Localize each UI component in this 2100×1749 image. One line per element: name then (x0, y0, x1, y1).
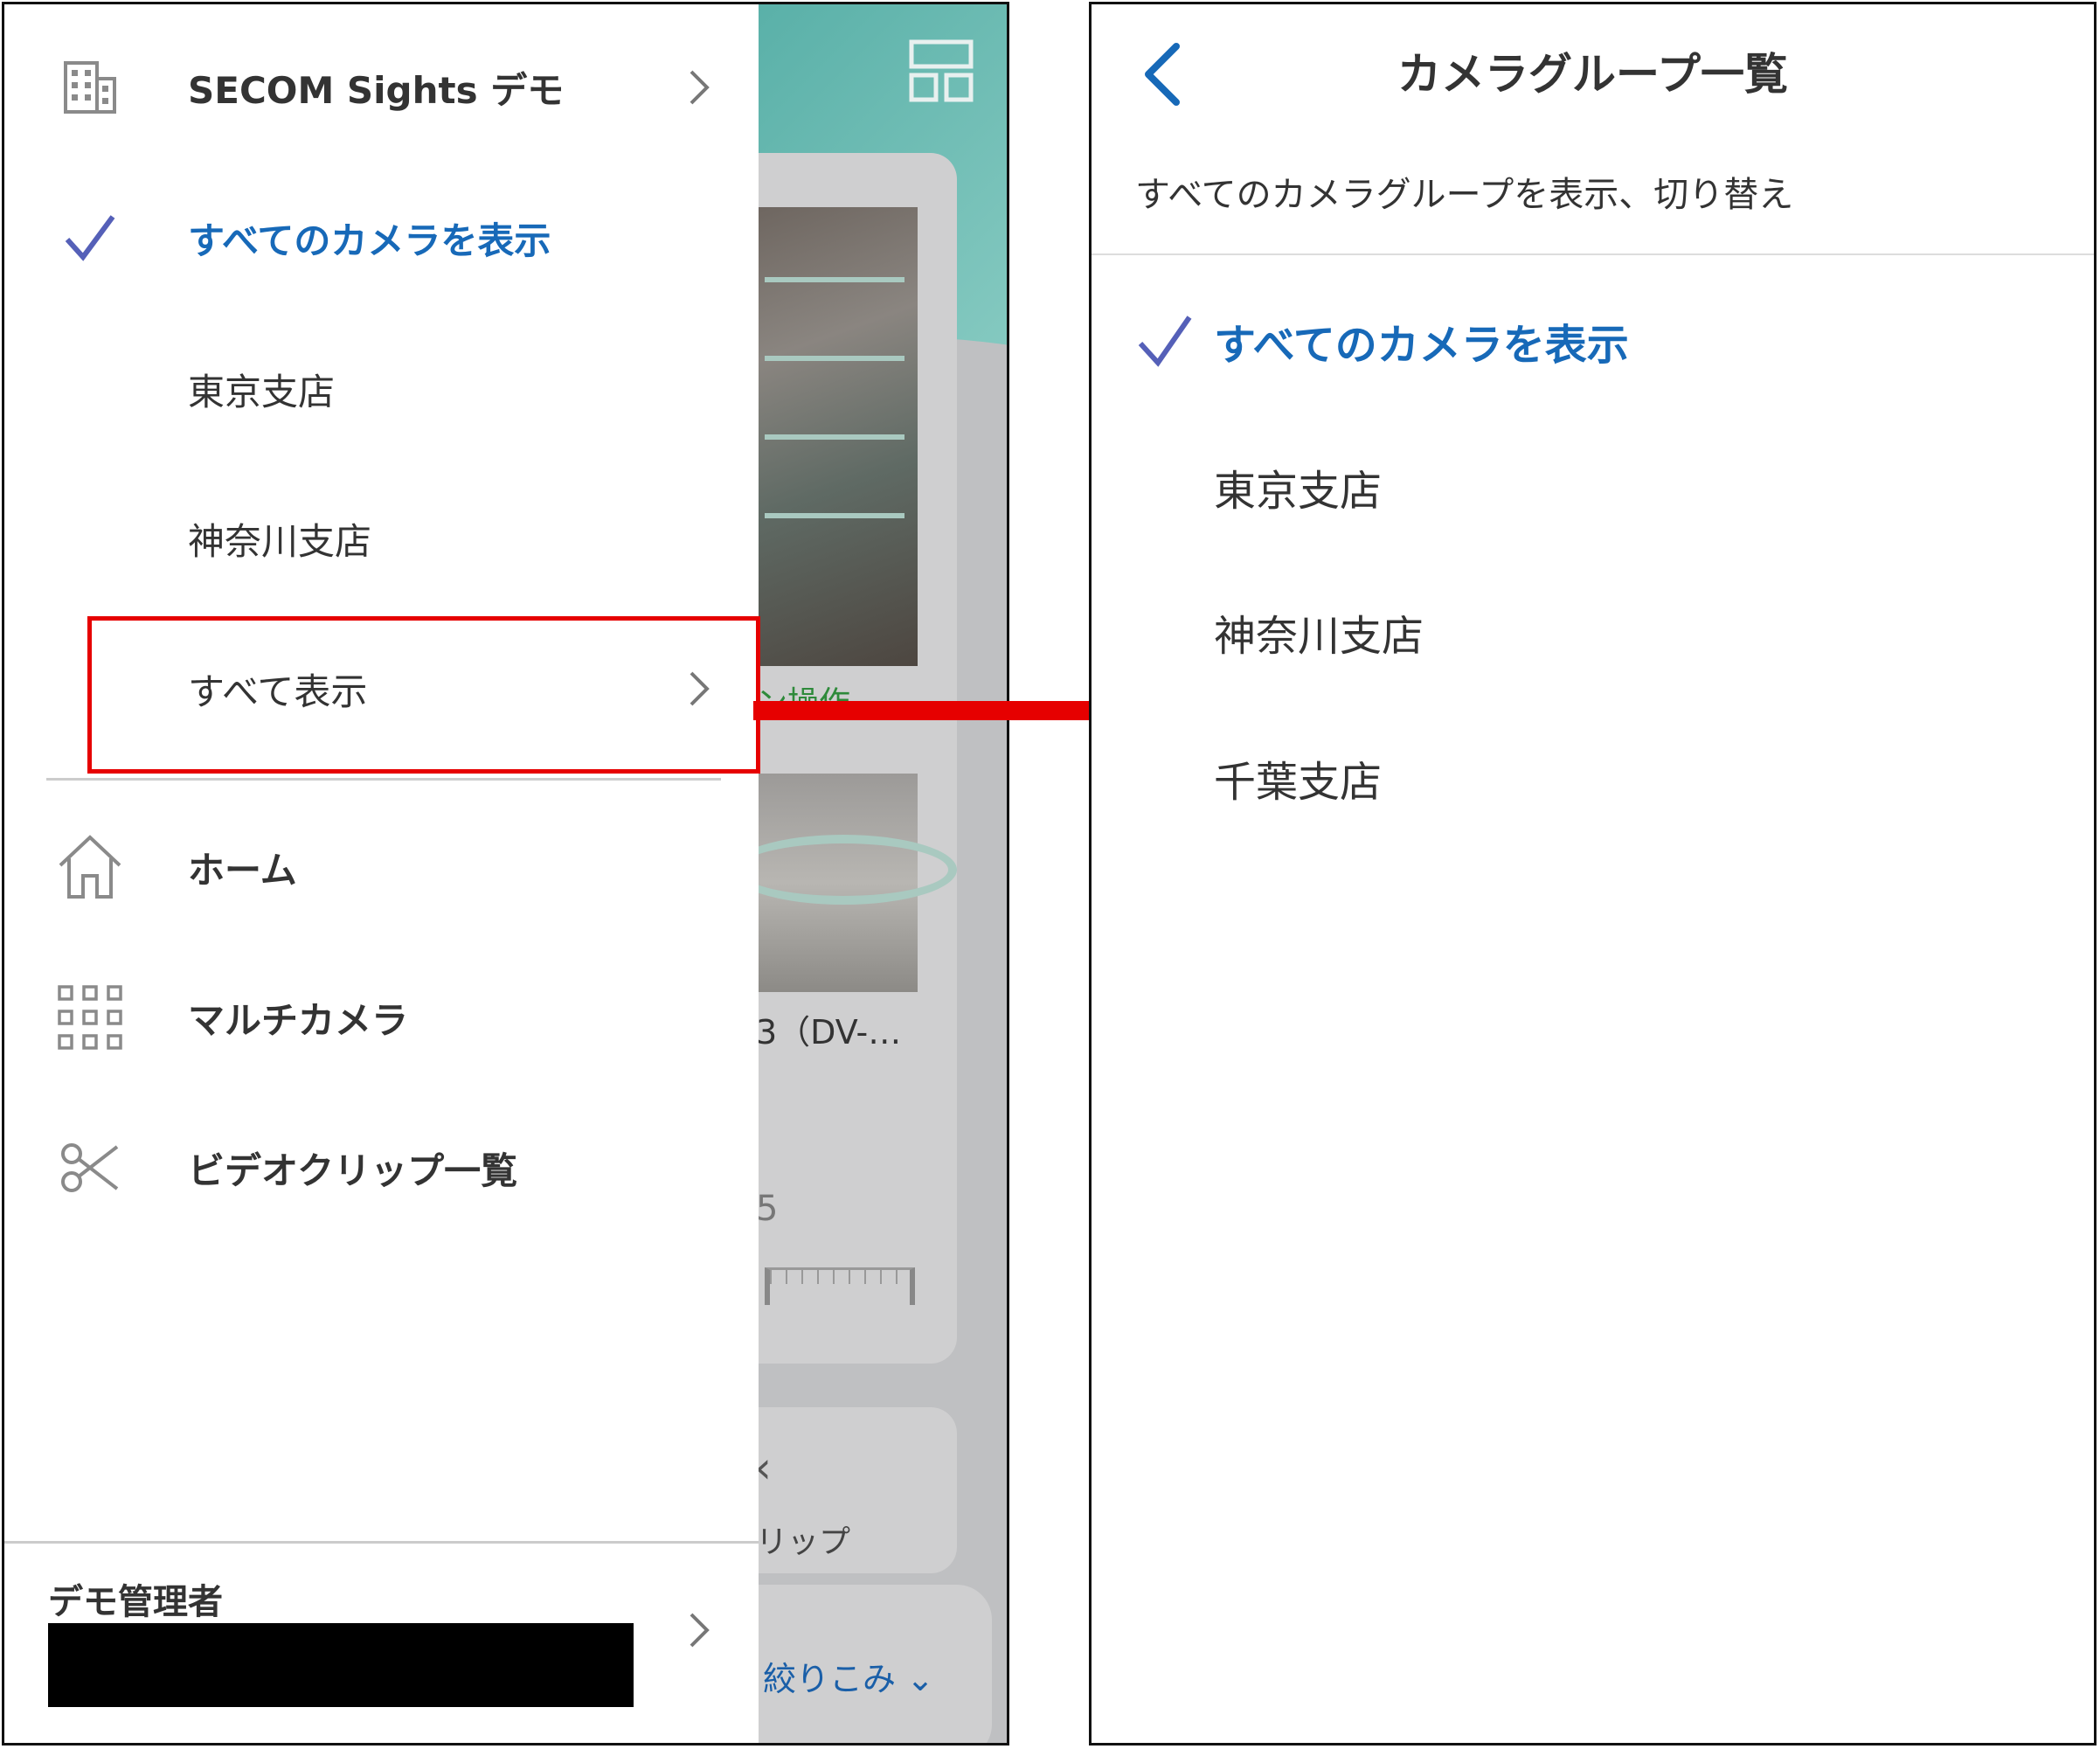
page-subtitle: すべてのカメラグループを表示、切り替え (1135, 175, 1794, 215)
nav-item-label: ホーム (188, 848, 297, 892)
group-item-label: 神奈川支店 (188, 519, 372, 563)
group-list-item-label: 東京支店 (1214, 467, 1383, 516)
background-number: 5 (756, 1189, 779, 1229)
group-list-item-chiba[interactable]: 千葉支店 (1092, 730, 2094, 835)
group-item-all-cameras[interactable]: すべてのカメラを表示 (4, 190, 759, 286)
nav-item-label: マルチカメラ (188, 998, 409, 1042)
checkmark-icon (55, 203, 125, 273)
filter-label: 絞りこみ (763, 1660, 897, 1698)
nav-item-home[interactable]: ホーム (4, 819, 759, 915)
camera-thumbnail (756, 207, 918, 666)
grid-icon (55, 982, 125, 1052)
group-list-item-tokyo[interactable]: 東京支店 (1092, 439, 2094, 544)
right-phone-screen: カメラグループ一覧 すべてのカメラグループを表示、切り替え すべてのカメラを表示… (1089, 2, 2097, 1746)
nav-item-video-clips[interactable]: ビデオクリップ一覧 (4, 1120, 759, 1216)
filter-button: 絞りこみ ⌄ (763, 1652, 934, 1700)
timeline-ruler (765, 1267, 915, 1305)
camera-name: 3（DV-… (756, 1013, 902, 1051)
building-icon (55, 52, 125, 122)
chevron-down-icon: ⌄ (906, 1660, 934, 1698)
group-item-label: 東京支店 (188, 370, 336, 413)
group-list-item-label: 千葉支店 (1214, 758, 1383, 807)
scissors-icon (55, 1133, 125, 1203)
camera-thumbnail (730, 774, 957, 992)
divider (46, 778, 721, 781)
group-item-tokyo[interactable]: 東京支店 (4, 341, 759, 437)
group-list-item-kanagawa[interactable]: 神奈川支店 (1092, 584, 2094, 689)
left-phone-screen: ン操作 3（DV-… 5 ‹ リップ 絞りこみ ⌄ (2, 2, 1009, 1746)
divider (4, 1541, 759, 1544)
chevron-right-icon[interactable] (682, 1604, 717, 1656)
navigation-drawer: SECOM Sights デモ すべてのカメラを表示 東京支店 神奈川支店 すべ… (4, 4, 760, 1743)
clip-label: リップ (756, 1524, 851, 1560)
user-name: デモ管理者 (48, 1582, 223, 1622)
checkmark-icon (1138, 316, 1192, 367)
group-list-item-all-cameras[interactable]: すべてのカメラを表示 (1092, 293, 2094, 398)
divider (1092, 253, 2094, 255)
organization-selector[interactable]: SECOM Sights デモ (4, 39, 759, 135)
organization-name: SECOM Sights デモ (188, 68, 565, 112)
group-item-kanagawa[interactable]: 神奈川支店 (4, 490, 759, 586)
nav-item-label: ビデオクリップ一覧 (188, 1149, 518, 1192)
page-title: カメラグループ一覧 (1397, 49, 1788, 100)
group-item-label: すべてのカメラを表示 (188, 219, 551, 262)
group-list-item-label: すべてのカメラを表示 (1214, 321, 1629, 370)
layout-icon[interactable] (909, 39, 974, 102)
redacted-account-info (48, 1623, 634, 1707)
nav-item-multi-camera[interactable]: マルチカメラ (4, 969, 759, 1065)
chevron-right-icon (682, 61, 717, 114)
home-icon (55, 832, 125, 902)
highlight-annotation-box (87, 616, 760, 774)
group-list-item-label: 神奈川支店 (1214, 612, 1424, 661)
